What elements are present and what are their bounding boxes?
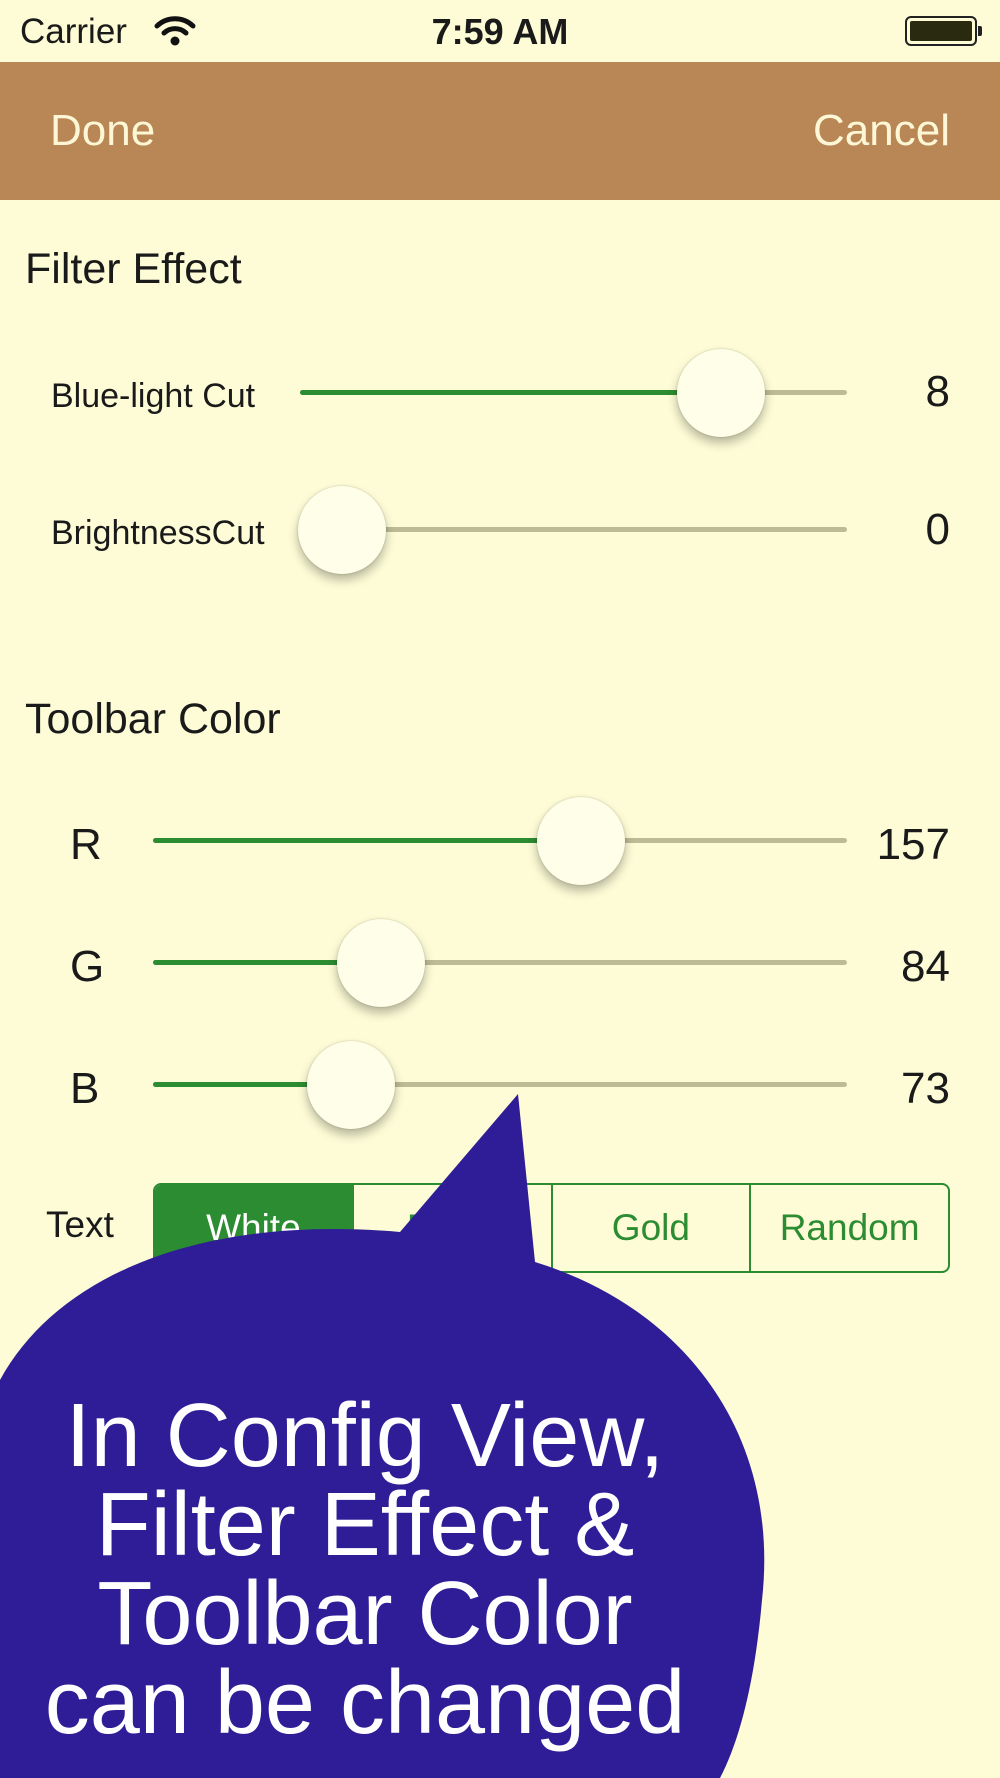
text-color-segmented-control: White Black Gold Random [153, 1183, 950, 1273]
cancel-button[interactable]: Cancel [813, 106, 950, 156]
segment-random[interactable]: Random [749, 1185, 948, 1271]
g-label: G [70, 942, 105, 991]
r-slider[interactable] [153, 796, 847, 886]
blue-light-label: Blue-light Cut [51, 377, 256, 415]
b-label: B [70, 1064, 100, 1113]
status-bar: Carrier 7:59 AM [0, 0, 1000, 62]
filter-effect-heading: Filter Effect [25, 245, 242, 293]
segment-white[interactable]: White [155, 1185, 352, 1271]
slider-thumb[interactable] [536, 797, 625, 885]
g-slider[interactable] [153, 918, 847, 1008]
done-button[interactable]: Done [50, 106, 155, 156]
callout-line: Toolbar Color [97, 1564, 633, 1664]
blue-light-value: 8 [925, 367, 950, 416]
slider-fill [300, 390, 722, 395]
segment-black[interactable]: Black [351, 1185, 551, 1271]
b-slider[interactable] [153, 1040, 847, 1130]
callout-text: In Config View, Filter Effect & Toolbar … [0, 1386, 730, 1753]
callout-line: Filter Effect & [95, 1475, 635, 1575]
blue-light-slider[interactable] [300, 348, 847, 438]
brightness-label: BrightnessCut [51, 514, 265, 552]
callout-line: In Config View, [65, 1386, 665, 1486]
slider-thumb[interactable] [307, 1041, 396, 1129]
callout-line: can be changed [44, 1653, 686, 1753]
battery-icon [905, 16, 982, 46]
slider-thumb[interactable] [298, 486, 386, 574]
text-color-label: Text [46, 1204, 114, 1245]
r-label: R [70, 820, 102, 869]
g-value: 84 [901, 942, 950, 991]
slider-track [342, 527, 847, 532]
segment-gold[interactable]: Gold [550, 1185, 750, 1271]
nav-bar: Done Cancel [0, 62, 1000, 200]
r-value: 157 [876, 820, 950, 869]
slider-thumb[interactable] [677, 349, 766, 437]
brightness-value: 0 [925, 505, 950, 554]
brightness-slider[interactable] [298, 485, 847, 575]
status-time: 7:59 AM [431, 11, 569, 52]
slider-fill [153, 838, 581, 843]
b-value: 73 [901, 1064, 950, 1113]
slider-thumb[interactable] [337, 919, 426, 1007]
toolbar-color-heading: Toolbar Color [25, 695, 281, 743]
